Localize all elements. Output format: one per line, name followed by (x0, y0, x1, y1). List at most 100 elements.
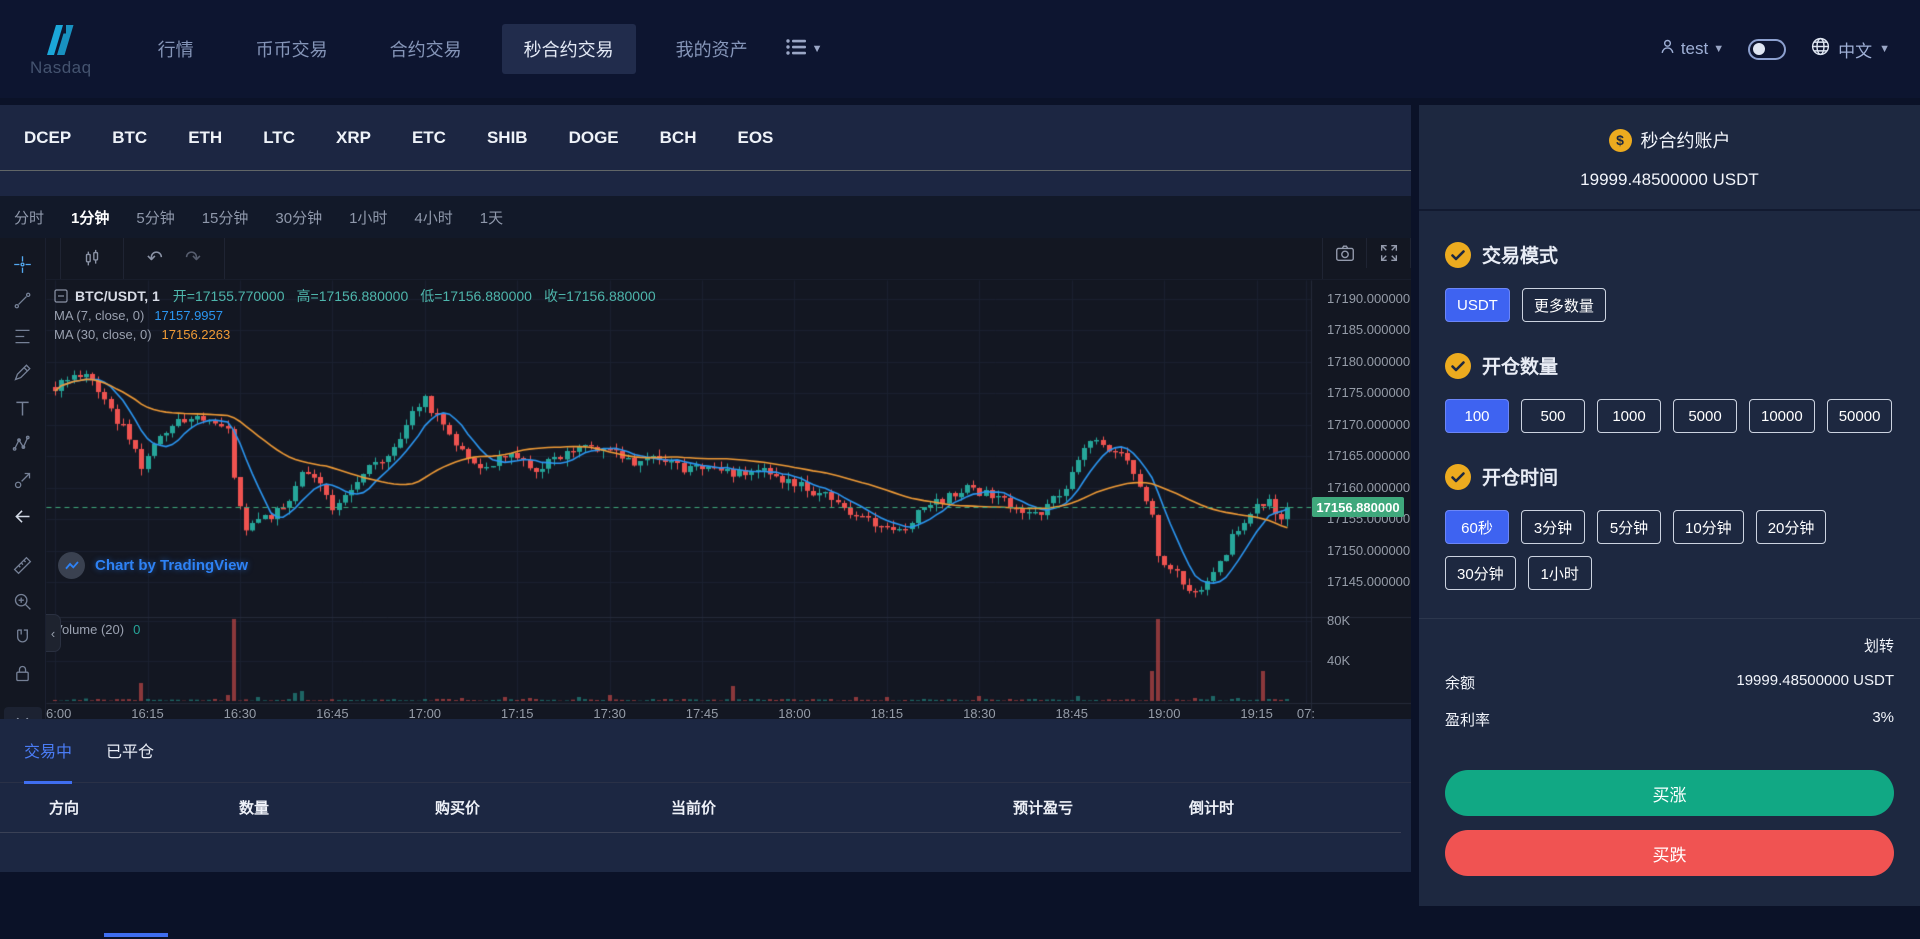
trade-panel: $ 秒合约账户 19999.48500000 USDT 交易模式 USDT更多数… (1419, 105, 1920, 906)
amount-option-button[interactable]: 5000 (1673, 399, 1737, 433)
time-axis-label: 19:00 (1148, 706, 1181, 719)
mode-option-button[interactable]: 更多数量 (1522, 288, 1606, 322)
coin-tab[interactable]: XRP (336, 128, 371, 148)
trendline-icon[interactable] (0, 282, 46, 318)
amount-option-button[interactable]: 50000 (1827, 399, 1893, 433)
interval-option[interactable]: 15分钟 (202, 207, 249, 228)
forecast-icon[interactable] (0, 462, 46, 498)
user-menu[interactable]: test ▼ (1659, 38, 1724, 60)
camera-icon[interactable] (1323, 238, 1367, 268)
price-axis-label: 17150.000000 (1327, 543, 1410, 558)
coin-tab[interactable]: ETC (412, 128, 446, 148)
amount-option-button[interactable]: 10000 (1749, 399, 1815, 433)
toggle-knob (1753, 43, 1765, 55)
divider (1419, 209, 1920, 211)
brush-icon[interactable] (0, 354, 46, 390)
interval-option[interactable]: 30分钟 (275, 207, 322, 228)
coin-tab[interactable]: LTC (263, 128, 295, 148)
volume-axis-label: 40K (1327, 653, 1350, 668)
coin-tab[interactable]: BTC (112, 128, 147, 148)
balance-row: 余额 19999.48500000 USDT (1445, 672, 1894, 693)
interval-option[interactable]: 5分钟 (136, 207, 174, 228)
chart-style-group (60, 238, 124, 279)
time-option-button[interactable]: 30分钟 (1445, 556, 1516, 590)
time-option-button[interactable]: 10分钟 (1673, 510, 1744, 544)
transfer-link[interactable]: 划转 (1864, 638, 1894, 655)
tradingview-watermark[interactable]: Chart by TradingView (58, 552, 248, 579)
time-option-button[interactable]: 1小时 (1528, 556, 1592, 590)
positions-tabs: 交易中已平仓 (0, 719, 1411, 783)
time-option-button[interactable]: 60秒 (1445, 510, 1509, 544)
collapse-toolbar-handle[interactable]: ‹ (46, 614, 61, 652)
nav-item[interactable]: 我的资产 (654, 24, 770, 74)
interval-option[interactable]: 1分钟 (71, 207, 109, 228)
fullscreen-icon[interactable] (1367, 238, 1411, 268)
language-menu[interactable]: 中文 ▼ (1810, 36, 1890, 62)
balance-value: 19999.48500000 USDT (1736, 672, 1894, 693)
text-icon[interactable] (0, 390, 46, 426)
navbar-right: test ▼ 中文 ▼ (1659, 36, 1890, 62)
amount-option-button[interactable]: 1000 (1597, 399, 1661, 433)
buy-up-button[interactable]: 买涨 (1445, 770, 1894, 816)
nav-item[interactable]: 行情 (136, 24, 216, 74)
interval-option[interactable]: 4小时 (414, 207, 452, 228)
positions-tab[interactable]: 交易中 (24, 720, 72, 784)
coin-tab[interactable]: BCH (660, 128, 697, 148)
lock-icon[interactable] (0, 655, 46, 691)
mode-options: USDT 更多数量 (1445, 288, 1894, 322)
volume-legend: Volume (20)0 (54, 622, 140, 637)
time-section-title: 开仓时间 (1445, 463, 1894, 490)
back-arrow-icon[interactable] (0, 498, 46, 534)
zoom-in-icon[interactable] (0, 583, 46, 619)
coin-tab[interactable]: SHIB (487, 128, 528, 148)
column-header: 数量 (239, 797, 435, 818)
mode-option-button[interactable]: USDT (1445, 288, 1510, 322)
coin-tab[interactable]: DCEP (24, 128, 71, 148)
candlestick-style-icon[interactable] (73, 244, 111, 274)
amount-option-button[interactable]: 500 (1521, 399, 1585, 433)
chevron-down-icon: ▼ (1713, 43, 1724, 55)
redo-icon[interactable]: ↷ (174, 244, 212, 274)
legend-collapse-icon[interactable] (54, 289, 68, 303)
coin-tab[interactable]: ETH (188, 128, 222, 148)
profit-rate-value: 3% (1872, 709, 1894, 730)
time-option-button[interactable]: 20分钟 (1756, 510, 1827, 544)
time-axis-label: 07: (1297, 706, 1315, 719)
nav-item[interactable]: 秒合约交易 (502, 24, 636, 74)
time-axis-label: 19:15 (1240, 706, 1273, 719)
measure-icon[interactable] (0, 547, 46, 583)
markets-menu-button[interactable]: ▼ (780, 30, 829, 69)
magnet-icon[interactable] (0, 619, 46, 655)
nasdaq-logo[interactable]: Nasdaq (30, 23, 92, 76)
time-axis-label: 17:45 (686, 706, 719, 719)
interval-option[interactable]: 1小时 (349, 207, 387, 228)
fib-icon[interactable] (0, 318, 46, 354)
buy-down-button[interactable]: 买跌 (1445, 830, 1894, 876)
ohlc-value: 低=17156.880000 (420, 288, 532, 304)
chevron-down-icon[interactable] (4, 707, 42, 719)
interval-option[interactable]: 分时 (14, 207, 44, 228)
nav-item[interactable]: 合约交易 (368, 24, 484, 74)
pattern-icon[interactable] (0, 426, 46, 462)
nav-item[interactable]: 币币交易 (234, 24, 350, 74)
ohlc-value: 收=17156.880000 (544, 288, 656, 304)
time-option-button[interactable]: 3分钟 (1521, 510, 1585, 544)
crosshair-icon[interactable] (0, 246, 46, 282)
candlestick-canvas[interactable] (46, 280, 1411, 719)
coin-tab[interactable]: EOS (737, 128, 773, 148)
price-axis-label: 17185.000000 (1327, 322, 1410, 337)
coin-tab[interactable]: DOGE (569, 128, 619, 148)
undo-icon[interactable]: ↶ (136, 244, 174, 274)
current-price-tag: 17156.880000 (1312, 497, 1404, 517)
symbol-legend[interactable]: BTC/USDT, 1 (54, 288, 160, 304)
check-circle-icon (1445, 353, 1471, 379)
logo-text: Nasdaq (30, 59, 92, 76)
positions-table-header: 方向数量购买价当前价预计盈亏倒计时 (0, 783, 1401, 833)
time-option-button[interactable]: 5分钟 (1597, 510, 1661, 544)
positions-tab[interactable]: 已平仓 (106, 720, 154, 784)
theme-toggle[interactable] (1748, 39, 1786, 60)
language-label: 中文 (1838, 37, 1872, 62)
ohlc-values: 开=17155.770000高=17156.880000低=17156.8800… (173, 286, 668, 306)
amount-option-button[interactable]: 100 (1445, 399, 1509, 433)
interval-option[interactable]: 1天 (480, 207, 503, 228)
